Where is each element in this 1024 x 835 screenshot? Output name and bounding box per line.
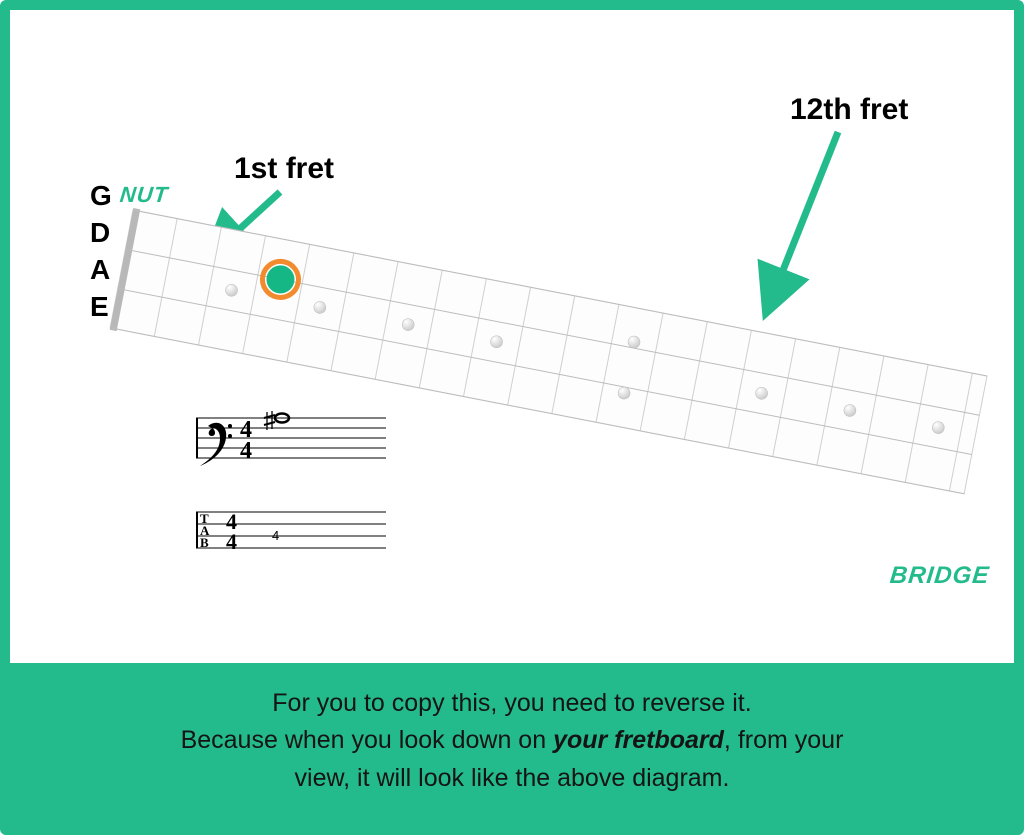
tab-staff: T A B 4 4 4 <box>196 509 386 554</box>
caption-emph: your fretboard <box>553 726 724 754</box>
arrow-twelfth-fret <box>768 132 838 308</box>
timesig-bot: 4 <box>240 438 252 464</box>
tab-fret-number: 4 <box>272 528 279 543</box>
diagram-canvas: 1st fret 12th fret G D A E NUT BRIDGE <box>10 10 1014 825</box>
notation-block: 4 4 <box>186 408 386 583</box>
fretboard-svg <box>10 10 1014 710</box>
bass-staff: 4 4 <box>196 411 386 466</box>
caption-line-1: For you to copy this, you need to revers… <box>50 685 974 723</box>
tab-timesig-bot: 4 <box>226 529 237 554</box>
bass-clef-icon <box>200 423 232 466</box>
diagram-frame: 1st fret 12th fret G D A E NUT BRIDGE <box>0 0 1024 835</box>
caption-line-3: view, it will look like the above diagra… <box>50 760 974 798</box>
caption-line-2: Because when you look down on your fretb… <box>50 722 974 760</box>
sharp-icon <box>264 411 275 430</box>
caption-bar: For you to copy this, you need to revers… <box>10 663 1014 826</box>
svg-holder <box>10 10 1014 715</box>
tab-letter-b: B <box>200 535 209 550</box>
